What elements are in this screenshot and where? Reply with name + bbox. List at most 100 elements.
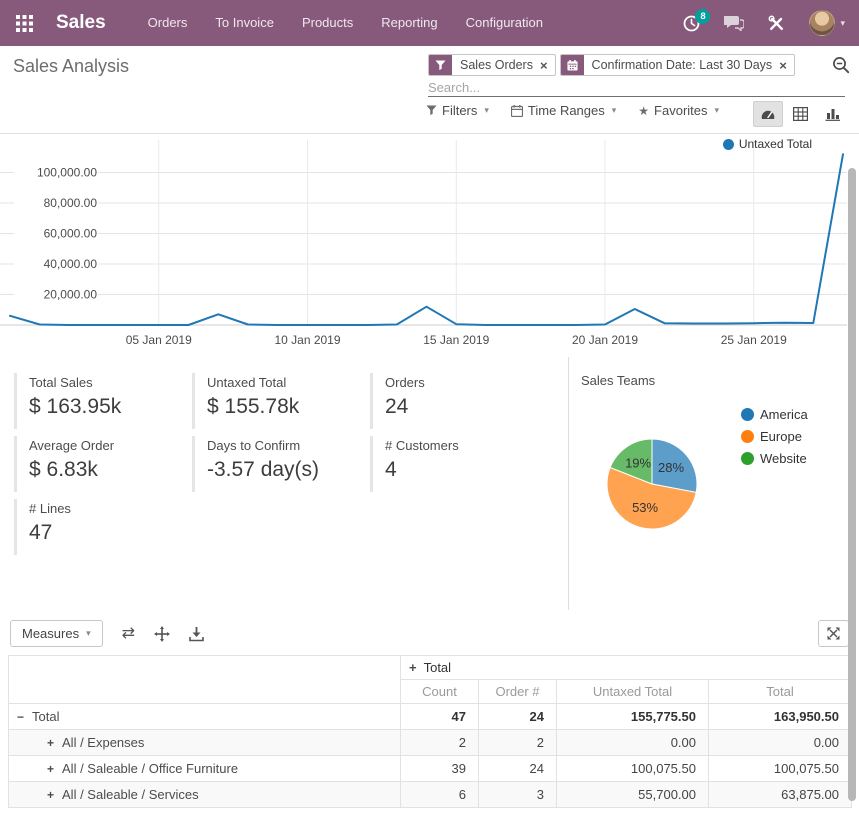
table-row: +All / Saleable / Services 6 3 55,700.00… [9, 782, 852, 808]
legend-dot [723, 139, 734, 150]
nav-item-configuration[interactable]: Configuration [466, 0, 543, 46]
time-ranges-button[interactable]: Time Ranges ▾ [511, 103, 616, 118]
chevron-down-icon: ▾ [715, 105, 720, 116]
top-navbar: Sales Orders To Invoice Products Reporti… [0, 0, 859, 46]
svg-text:15 Jan 2019: 15 Jan 2019 [423, 333, 489, 347]
kpi-value: 4 [385, 458, 540, 482]
filter-icon [429, 55, 452, 75]
measures-label: Measures [22, 626, 79, 641]
row-header-services[interactable]: +All / Saleable / Services [9, 782, 401, 808]
fullscreen-button[interactable] [818, 620, 849, 647]
developer-tools-icon[interactable] [768, 15, 785, 32]
chevron-down-icon: ▾ [612, 105, 617, 116]
filters-button[interactable]: Filters ▾ [426, 103, 489, 118]
facet-remove-icon[interactable]: × [540, 55, 555, 75]
measures-button[interactable]: Measures ▾ [10, 620, 103, 647]
search-input[interactable] [428, 79, 845, 97]
cell-count: 39 [401, 756, 479, 782]
kpi-orders: Orders 24 [370, 373, 548, 429]
cell-total: 63,875.00 [709, 782, 852, 808]
pivot-view-button[interactable] [785, 101, 815, 127]
kpi-customers: # Customers 4 [370, 436, 548, 492]
pie-legend: America Europe Website [741, 403, 808, 469]
bar-chart-icon [825, 107, 840, 121]
search-icon[interactable] [832, 56, 850, 79]
cell-total: 163,950.50 [709, 704, 852, 730]
user-avatar [809, 10, 835, 36]
pivot-corner-cell [9, 656, 401, 704]
search-option-buttons: Filters ▾ Time Ranges ▾ ★ Favorites ▾ [426, 103, 719, 118]
kpi-value: 47 [29, 521, 184, 545]
user-menu[interactable]: ▾ [809, 10, 845, 36]
kpi-average-order: Average Order $ 6.83k [14, 436, 192, 492]
page-title: Sales Analysis [13, 56, 129, 77]
navbar-right: 8 ▾ [683, 10, 845, 36]
cell-count: 2 [401, 730, 479, 756]
line-chart-section: Untaxed Total 20,000.0040,000.0060,000.0… [0, 134, 859, 357]
nav-menu: Orders To Invoice Products Reporting Con… [148, 0, 543, 46]
legend-dot [741, 408, 754, 421]
column-header-total[interactable]: Total [709, 680, 852, 704]
table-row: +All / Saleable / Office Furniture 39 24… [9, 756, 852, 782]
dashboard-view-button[interactable] [753, 101, 783, 127]
pivot-column-group-total[interactable]: +Total [401, 656, 852, 680]
flip-axis-icon[interactable]: ⇄ [122, 626, 135, 642]
legend-label: Europe [760, 429, 802, 444]
chevron-down-icon: ▾ [86, 628, 91, 639]
row-label: All / Saleable / Office Furniture [62, 761, 238, 776]
cell-count: 47 [401, 704, 479, 730]
kpi-label: Days to Confirm [207, 438, 362, 453]
svg-text:40,000.00: 40,000.00 [44, 257, 98, 271]
row-header-total[interactable]: −Total [9, 704, 401, 730]
messages-icon[interactable] [724, 15, 744, 31]
kpi-total-sales: Total Sales $ 163.95k [14, 373, 192, 429]
svg-text:19%: 19% [625, 456, 651, 471]
kpi-label: Orders [385, 375, 540, 390]
kpi-value: $ 6.83k [29, 458, 184, 482]
activity-clock-icon[interactable]: 8 [683, 15, 700, 32]
facet-label: Confirmation Date: Last 30 Days [584, 55, 780, 75]
apps-menu-icon[interactable] [14, 13, 34, 33]
kpi-dashboard: Total Sales $ 163.95k Untaxed Total $ 15… [0, 357, 859, 610]
row-header-expenses[interactable]: +All / Expenses [9, 730, 401, 756]
view-switcher [753, 101, 847, 127]
svg-text:05 Jan 2019: 05 Jan 2019 [126, 333, 192, 347]
star-icon: ★ [638, 104, 649, 118]
calendar-icon [561, 55, 584, 75]
kpi-value: $ 163.95k [29, 395, 184, 419]
graph-view-button[interactable] [817, 101, 847, 127]
untaxed-total-line-chart: 20,000.0040,000.0060,000.0080,000.00100,… [0, 134, 859, 357]
cell-count: 6 [401, 782, 479, 808]
facet-remove-icon[interactable]: × [779, 55, 794, 75]
column-header-untaxed-total[interactable]: Untaxed Total [557, 680, 709, 704]
column-header-order[interactable]: Order # [479, 680, 557, 704]
legend-label: America [760, 407, 808, 422]
search-facets: Sales Orders × Confirmation Date: Last 3… [428, 54, 795, 76]
favorites-button[interactable]: ★ Favorites ▾ [638, 103, 719, 118]
kpi-label: Total Sales [29, 375, 184, 390]
expand-all-icon[interactable] [154, 626, 170, 642]
facet-confirmation-date[interactable]: Confirmation Date: Last 30 Days × [560, 54, 795, 76]
chevron-down-icon: ▾ [484, 105, 489, 116]
kpi-days-to-confirm: Days to Confirm -3.57 day(s) [192, 436, 370, 492]
column-group-label: Total [424, 660, 451, 675]
cell-total: 0.00 [709, 730, 852, 756]
row-label: All / Saleable / Services [62, 787, 199, 802]
nav-item-orders[interactable]: Orders [148, 0, 188, 46]
cell-untaxed-total: 100,075.50 [557, 756, 709, 782]
nav-item-reporting[interactable]: Reporting [381, 0, 437, 46]
column-header-count[interactable]: Count [401, 680, 479, 704]
cell-untaxed-total: 55,700.00 [557, 782, 709, 808]
download-icon[interactable] [189, 626, 204, 642]
kpi-grid: Total Sales $ 163.95k Untaxed Total $ 15… [0, 357, 568, 610]
kpi-untaxed-total: Untaxed Total $ 155.78k [192, 373, 370, 429]
chevron-down-icon: ▾ [840, 18, 845, 29]
facet-sales-orders[interactable]: Sales Orders × [428, 54, 556, 76]
nav-item-products[interactable]: Products [302, 0, 353, 46]
cell-total: 100,075.50 [709, 756, 852, 782]
row-header-office-furniture[interactable]: +All / Saleable / Office Furniture [9, 756, 401, 782]
nav-item-to-invoice[interactable]: To Invoice [215, 0, 274, 46]
chat-bubbles-icon [724, 15, 744, 31]
app-title[interactable]: Sales [56, 12, 106, 34]
vertical-scrollbar[interactable] [848, 168, 856, 801]
